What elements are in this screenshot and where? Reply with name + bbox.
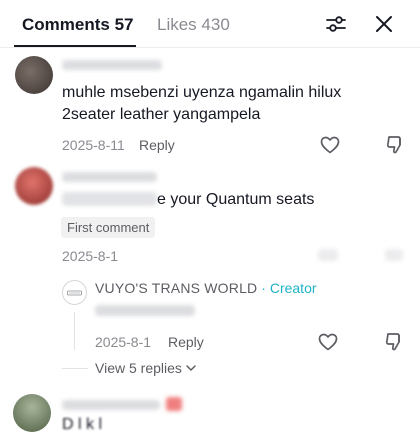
avatar[interactable] <box>15 167 53 205</box>
comment-text: D l k l <box>62 416 102 433</box>
comment-text-redacted <box>62 192 157 206</box>
chevron-down-icon <box>186 365 196 371</box>
logo-icon <box>67 290 82 295</box>
heart-icon <box>320 136 340 154</box>
comment-text-line: muhle msebenzi uyenza ngamalin hilux <box>62 84 342 101</box>
dislike-button[interactable] <box>384 134 406 156</box>
username-redacted <box>62 172 157 182</box>
filter-button[interactable] <box>323 12 349 36</box>
sliders-icon <box>326 16 346 32</box>
first-comment-badge: First comment <box>61 217 156 238</box>
creator-separator: · <box>257 280 270 296</box>
heart-icon <box>318 333 338 351</box>
close-icon <box>376 16 392 32</box>
like-button-redacted <box>318 249 338 261</box>
view-replies-line <box>62 368 88 369</box>
comment-text: muhle msebenzi uyenza ngamalin hilux 2se… <box>62 82 392 126</box>
view-replies-label: View 5 replies <box>95 360 182 376</box>
reply-date: 2025-8-1 <box>95 334 152 350</box>
comment-date: 2025-8-1 <box>62 248 119 264</box>
thumbs-down-icon <box>386 136 401 154</box>
thread-line <box>74 312 75 350</box>
like-button[interactable] <box>318 134 342 156</box>
reply-text-redacted <box>95 305 195 316</box>
comment-text-line: 2seater leather yangampela <box>62 106 261 123</box>
thumbs-down-icon <box>385 333 400 351</box>
comment-date: 2025-8-11 <box>62 137 125 153</box>
username-redacted <box>62 60 162 70</box>
header-divider <box>0 47 420 48</box>
reply-button[interactable]: Reply <box>139 137 175 153</box>
tab-comments[interactable]: Comments 57 <box>22 15 133 35</box>
dislike-button-redacted <box>385 249 403 261</box>
view-replies-button[interactable]: View 5 replies <box>95 360 197 376</box>
creator-name[interactable]: VUYO'S TRANS WORLD <box>95 280 257 296</box>
avatar[interactable] <box>13 394 51 432</box>
comment-text: e your Quantum seats <box>157 191 315 208</box>
dislike-button[interactable] <box>383 331 405 353</box>
username-redacted <box>62 400 160 410</box>
reply-button[interactable]: Reply <box>168 334 204 350</box>
avatar[interactable] <box>15 56 53 94</box>
like-button[interactable] <box>316 331 340 353</box>
username-badge-redacted <box>166 397 182 411</box>
creator-badge: Creator <box>269 280 317 296</box>
tab-likes[interactable]: Likes 430 <box>157 15 230 35</box>
creator-avatar[interactable] <box>62 280 87 305</box>
creator-header: VUYO'S TRANS WORLD · Creator <box>95 280 317 298</box>
close-button[interactable] <box>372 13 396 35</box>
